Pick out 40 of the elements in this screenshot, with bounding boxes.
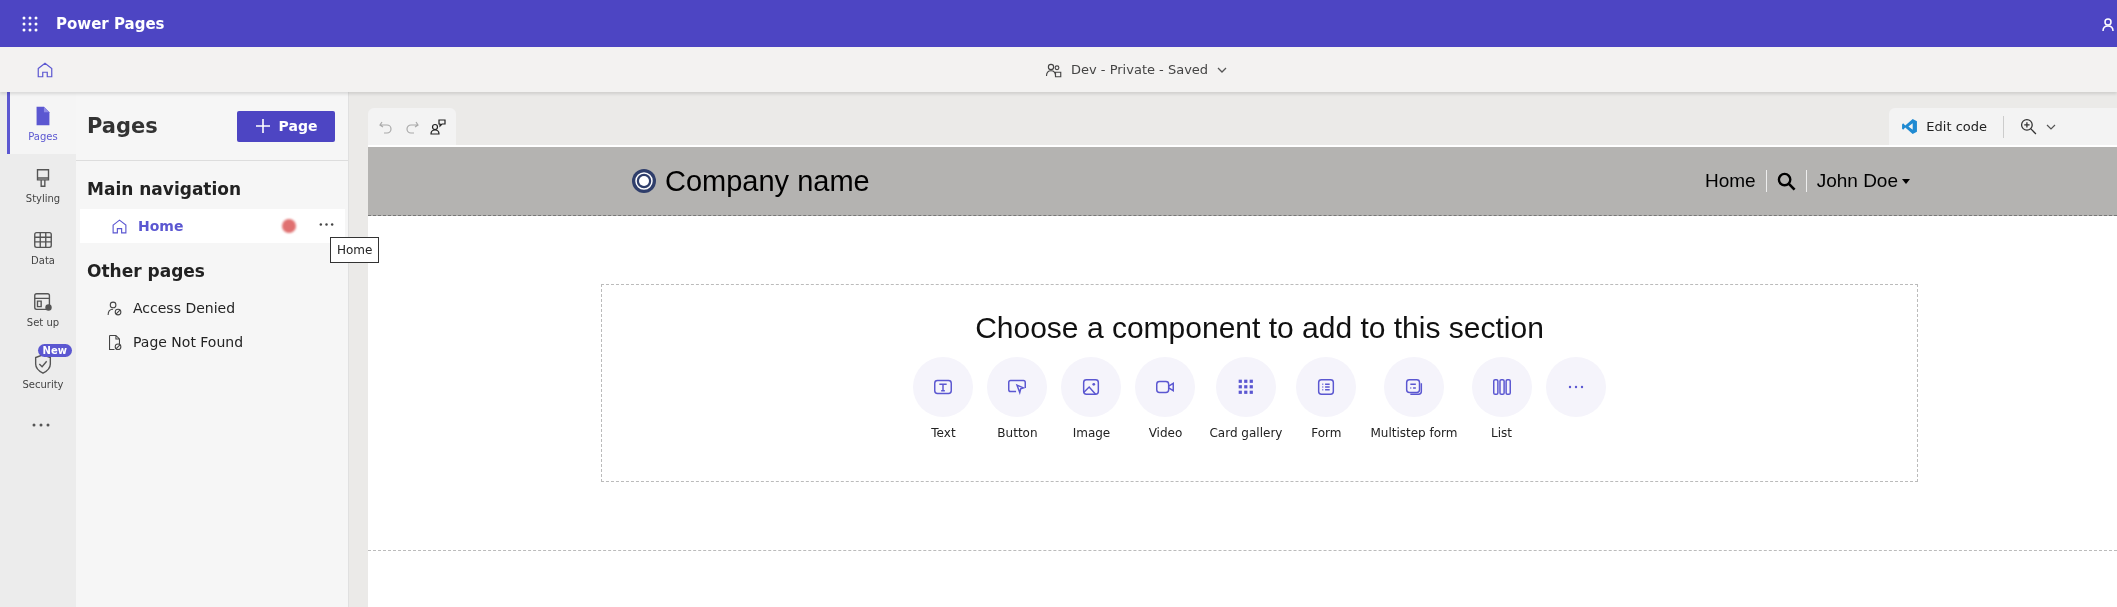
rail-tab[interactable]: Pages xyxy=(7,92,76,154)
zoom-button[interactable] xyxy=(2020,118,2057,135)
code-editor-icon xyxy=(1901,118,1919,135)
page-item[interactable]: Home xyxy=(80,209,345,243)
caret-icon xyxy=(1902,178,1910,184)
app-launcher-icon[interactable] xyxy=(22,15,38,32)
panel-title: Pages xyxy=(87,114,158,138)
user-menu[interactable]: John Doe xyxy=(1816,170,1910,192)
nav-link[interactable]: Home xyxy=(1704,170,1756,192)
search-icon[interactable] xyxy=(1776,171,1796,191)
new-badge: New xyxy=(37,344,72,357)
section-heading: Main navigation xyxy=(87,179,243,199)
logo-icon xyxy=(631,168,657,194)
page-blocked-icon xyxy=(106,333,123,351)
user-icon[interactable] xyxy=(2101,16,2115,31)
section-prompt: Choose a component to add to this section xyxy=(975,311,1544,345)
rail-tab[interactable]: New Security xyxy=(7,340,76,402)
rail-tab[interactable]: Set up xyxy=(7,278,76,340)
page-item[interactable]: Page Not Found xyxy=(80,325,345,359)
section-heading: Other pages xyxy=(87,261,206,281)
site-status[interactable]: Dev - Private - Saved xyxy=(1071,62,1209,77)
tooltip: Home xyxy=(330,237,380,263)
app-title: Power Pages xyxy=(56,14,165,33)
home-icon[interactable] xyxy=(36,60,54,79)
setup-icon xyxy=(32,290,54,313)
page-item[interactable]: Access Denied xyxy=(80,291,345,325)
rail-tab[interactable]: Data xyxy=(7,216,76,278)
more-icon xyxy=(1567,385,1584,389)
add-page-button[interactable]: Page xyxy=(237,110,335,142)
plus-icon xyxy=(254,118,271,134)
person-blocked-icon xyxy=(106,299,123,317)
home-icon xyxy=(111,217,128,235)
columns-icon xyxy=(1490,376,1513,398)
zoom-in-icon xyxy=(2020,118,2037,135)
rail-tab[interactable]: Styling xyxy=(7,154,76,216)
presence-dot xyxy=(282,219,296,233)
company-name: Company name xyxy=(665,164,870,198)
comment-person-icon[interactable] xyxy=(430,118,446,135)
edit-code-button[interactable]: Edit code xyxy=(1901,118,1987,135)
more-icon[interactable] xyxy=(31,422,51,428)
